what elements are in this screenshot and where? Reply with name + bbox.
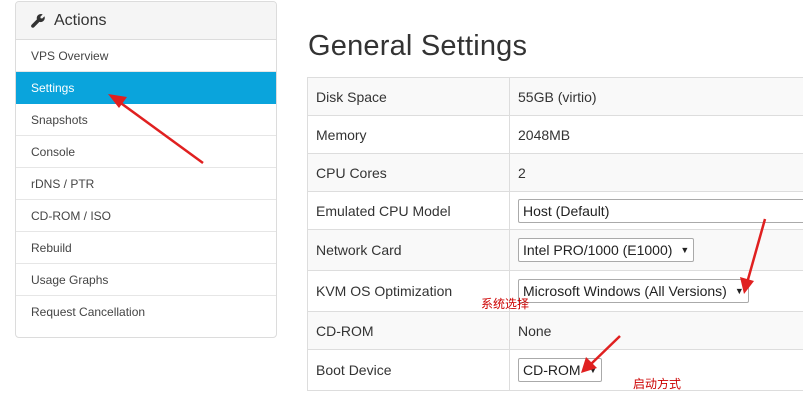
actions-title: Actions	[54, 11, 107, 29]
table-row: Disk Space 55GB (virtio)	[307, 77, 803, 116]
row-label: Network Card	[307, 229, 510, 271]
cpu-model-selected: Host (Default)	[523, 202, 610, 219]
sidebar-item-settings[interactable]: Settings	[16, 72, 276, 104]
actions-panel-header: Actions	[16, 2, 276, 40]
row-value: 2048MB	[509, 115, 803, 154]
actions-panel: Actions VPS Overview Settings Snapshots …	[15, 1, 277, 338]
table-row: Network Card Intel PRO/1000 (E1000) ▼	[307, 229, 803, 271]
sidebar-item-rebuild[interactable]: Rebuild	[16, 232, 276, 264]
page-title: General Settings	[308, 30, 528, 62]
row-value: None	[509, 311, 803, 350]
row-label: Memory	[307, 115, 510, 154]
boot-annotation: 启动方式	[633, 377, 682, 391]
sidebar-item-rdns-ptr[interactable]: rDNS / PTR	[16, 168, 276, 200]
table-row: Memory 2048MB	[307, 115, 803, 154]
chevron-down-icon: ▼	[680, 245, 690, 255]
boot-device-selected: CD-ROM	[523, 362, 581, 378]
row-value: Microsoft Windows (All Versions) ▼	[509, 270, 803, 312]
cpu-model-select[interactable]: Host (Default)	[518, 198, 803, 223]
wrench-icon	[31, 13, 45, 28]
boot-device-select[interactable]: CD-ROM ▼	[518, 358, 603, 382]
network-card-select[interactable]: Intel PRO/1000 (E1000) ▼	[518, 238, 695, 262]
row-label: Emulated CPU Model	[307, 191, 510, 230]
chevron-down-icon: ▼	[734, 286, 744, 296]
table-row: CD-ROM None	[307, 311, 803, 350]
row-label: CD-ROM	[307, 311, 510, 350]
sidebar-item-cd-rom-iso[interactable]: CD-ROM / ISO	[16, 200, 276, 232]
row-value: Intel PRO/1000 (E1000) ▼	[509, 229, 803, 271]
sidebar-item-usage-graphs[interactable]: Usage Graphs	[16, 264, 276, 296]
row-label: Boot Device	[307, 349, 510, 391]
sidebar-item-console[interactable]: Console	[16, 136, 276, 168]
row-value: Host (Default)	[509, 191, 803, 230]
row-label: Disk Space	[307, 77, 510, 116]
sidebar-item-request-cancellation[interactable]: Request Cancellation	[16, 296, 276, 328]
chevron-down-icon: ▼	[588, 365, 598, 375]
table-row: Emulated CPU Model Host (Default)	[307, 191, 803, 230]
table-row: Boot Device CD-ROM ▼	[307, 349, 803, 391]
os-optimization-selected: Microsoft Windows (All Versions)	[523, 283, 727, 299]
sidebar-item-snapshots[interactable]: Snapshots	[16, 104, 276, 136]
row-label: CPU Cores	[307, 153, 510, 192]
os-select-annotation: 系统选择	[481, 297, 530, 311]
os-optimization-select[interactable]: Microsoft Windows (All Versions) ▼	[518, 279, 749, 303]
row-value: 55GB (virtio)	[509, 77, 803, 116]
row-value: 2	[509, 153, 803, 192]
table-row: CPU Cores 2	[307, 153, 803, 192]
settings-table: Disk Space 55GB (virtio) Memory 2048MB C…	[307, 77, 803, 391]
sidebar-item-vps-overview[interactable]: VPS Overview	[16, 40, 276, 72]
row-label: KVM OS Optimization	[307, 270, 510, 312]
network-card-selected: Intel PRO/1000 (E1000)	[523, 242, 673, 258]
table-row: KVM OS Optimization Microsoft Windows (A…	[307, 270, 803, 312]
